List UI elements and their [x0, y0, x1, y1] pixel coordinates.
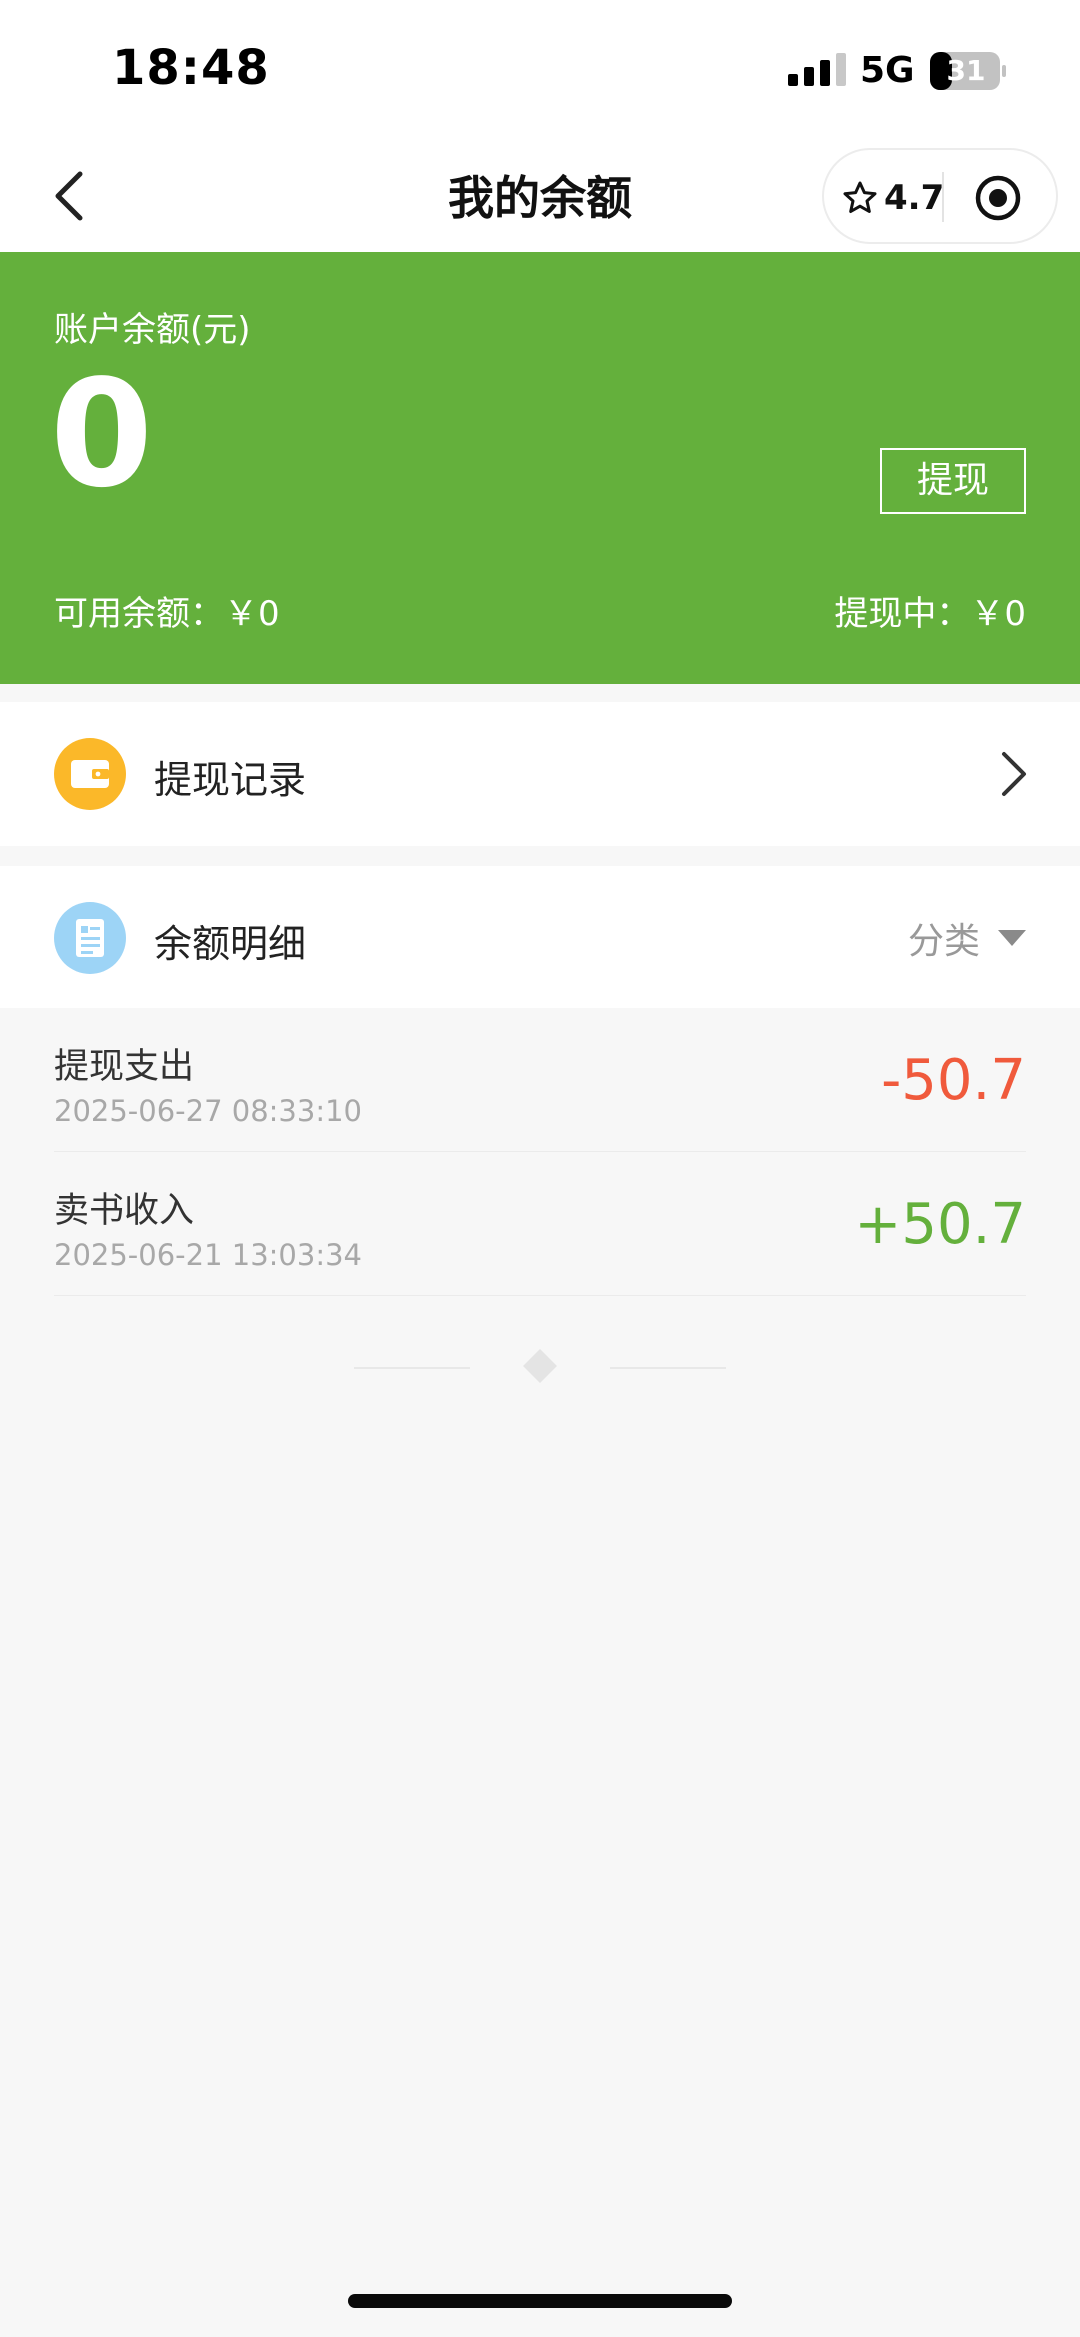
end-of-list-divider — [0, 1340, 1080, 1396]
home-indicator[interactable] — [348, 2294, 732, 2308]
transaction-item[interactable]: 卖书收入 2025-06-21 13:03:34 +50.7 — [54, 1152, 1026, 1296]
balance-card: 账户余额(元) 0 提现 可用余额：￥0 提现中：￥0 — [0, 252, 1080, 684]
rating-button[interactable]: 4.7 — [842, 176, 944, 220]
caret-down-icon — [998, 930, 1026, 946]
withdraw-records-label: 提现记录 — [154, 758, 307, 802]
diamond-icon — [523, 1349, 557, 1383]
star-outline-icon — [843, 181, 877, 213]
miniprogram-capsule: 4.7 — [822, 148, 1058, 244]
balance-caption: 账户余额(元) — [54, 310, 251, 350]
balance-value: 0 — [50, 348, 153, 520]
network-label: 5G — [860, 50, 915, 91]
chevron-right-icon — [1002, 752, 1026, 796]
transaction-item[interactable]: 提现支出 2025-06-27 08:33:10 -50.7 — [54, 1008, 1026, 1152]
balance-detail-label: 余额明细 — [154, 922, 307, 966]
withdraw-button[interactable]: 提现 — [880, 448, 1026, 514]
pending-balance: 提现中：￥0 — [834, 594, 1026, 634]
transaction-amount: +50.7 — [854, 1192, 1026, 1257]
category-filter-label: 分类 — [907, 921, 980, 962]
withdraw-records-row[interactable]: 提现记录 — [0, 702, 1080, 846]
divider-line-right — [610, 1367, 726, 1369]
status-time: 18:48 — [112, 40, 270, 96]
transaction-list: 提现支出 2025-06-27 08:33:10 -50.7 卖书收入 2025… — [54, 1008, 1026, 1296]
available-balance: 可用余额：￥0 — [54, 594, 280, 634]
document-icon — [54, 902, 126, 974]
transaction-amount: -50.7 — [881, 1048, 1026, 1113]
record-target-icon[interactable] — [974, 174, 1022, 222]
capsule-divider — [942, 172, 944, 222]
rating-value: 4.7 — [884, 178, 945, 218]
wallet-icon — [54, 738, 126, 810]
transaction-time: 2025-06-21 13:03:34 — [54, 1238, 362, 1272]
cellular-signal-icon — [788, 53, 846, 86]
battery-level: 31 — [946, 54, 986, 87]
divider-line-left — [354, 1367, 470, 1369]
transaction-title: 提现支出 — [54, 1047, 195, 1087]
transaction-title: 卖书收入 — [54, 1191, 195, 1231]
balance-detail-header: 余额明细 分类 — [0, 866, 1080, 1008]
transaction-time: 2025-06-27 08:33:10 — [54, 1094, 362, 1128]
nav-bar: 我的余额 4.7 — [0, 140, 1080, 252]
status-bar: 18:48 5G 31 — [0, 0, 1080, 140]
category-filter-button[interactable]: 分类 — [908, 912, 1026, 964]
